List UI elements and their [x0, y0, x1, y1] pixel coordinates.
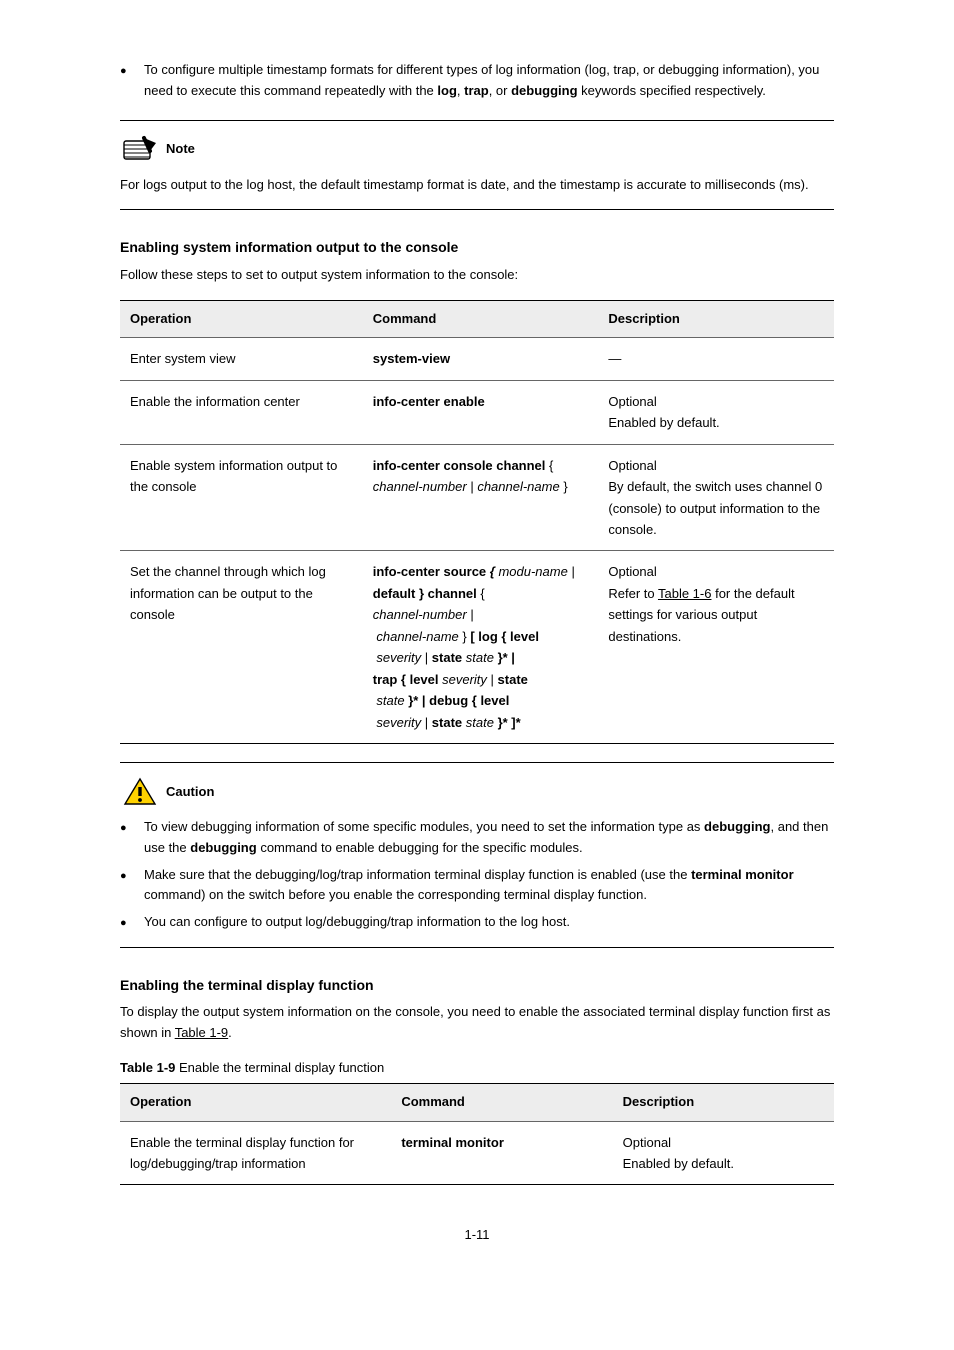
caution-bullet: ● Make sure that the debugging/log/trap …	[120, 865, 834, 907]
cmd-text: }	[560, 479, 568, 494]
cmd-text: info-center console channel	[373, 458, 549, 473]
cell-cmd: info-center source { modu-name | default…	[363, 551, 599, 744]
keyword: debugging	[704, 819, 770, 834]
table-row: Enable the terminal display function for…	[120, 1121, 834, 1185]
text: Enabled by default.	[623, 1153, 824, 1174]
text: Enabled by default.	[608, 412, 824, 433]
cmd-arg: channel-name	[477, 479, 559, 494]
note-icon	[120, 135, 160, 165]
text: Optional	[623, 1132, 824, 1153]
bullet-dot-icon: ●	[120, 820, 144, 862]
section1-para: Follow these steps to set to output syst…	[120, 265, 834, 286]
caution-icon	[120, 777, 160, 807]
cell-op: Enable the information center	[120, 380, 363, 444]
cell-op: Set the channel through which log inform…	[120, 551, 363, 744]
caution-bullet-text: Make sure that the debugging/log/trap in…	[144, 865, 834, 907]
intro-bullet: ● To configure multiple timestamp format…	[120, 60, 834, 102]
cell-cmd: system-view	[363, 338, 599, 380]
link-table-1-6[interactable]: Table 1-6	[658, 586, 711, 601]
text: Optional	[608, 561, 824, 582]
text: Optional	[608, 455, 824, 476]
text: command) on the switch before you enable…	[144, 887, 647, 902]
cell-cmd: info-center console channel { channel-nu…	[363, 444, 599, 551]
intro-bullet-text: To configure multiple timestamp formats …	[144, 60, 834, 102]
text: You can configure to output log/debuggin…	[144, 914, 570, 929]
section2-para: To display the output system information…	[120, 1002, 834, 1044]
text: keywords specified respectively.	[578, 83, 766, 98]
col-description: Description	[598, 300, 834, 338]
console-output-table: Operation Command Description Enter syst…	[120, 300, 834, 744]
section-heading-terminal-display: Enabling the terminal display function	[120, 974, 834, 996]
cell-desc: Optional By default, the switch uses cha…	[598, 444, 834, 551]
note-label: Note	[166, 139, 195, 160]
caution-label: Caution	[166, 782, 214, 803]
text: By default, the switch uses channel 0 (c…	[608, 476, 824, 540]
cell-desc: —	[598, 338, 834, 380]
text: command to enable debugging for the spec…	[257, 840, 583, 855]
bullet-dot-icon: ●	[120, 63, 144, 105]
note-body: For logs output to the log host, the def…	[120, 175, 834, 196]
keyword: terminal monitor	[691, 867, 794, 882]
col-operation: Operation	[120, 1083, 391, 1121]
text: .	[228, 1025, 232, 1040]
text: Refer to	[608, 586, 658, 601]
cell-cmd: info-center enable	[363, 380, 599, 444]
section-heading-console-output: Enabling system information output to th…	[120, 236, 834, 258]
cell-desc: Optional Enabled by default.	[613, 1121, 834, 1185]
cell-desc: Optional Enabled by default.	[598, 380, 834, 444]
bullet-dot-icon: ●	[120, 915, 144, 936]
col-description: Description	[613, 1083, 834, 1121]
cell-op: Enter system view	[120, 338, 363, 380]
table-row: Enable system information output to the …	[120, 444, 834, 551]
text: Make sure that the debugging/log/trap in…	[144, 867, 691, 882]
divider	[120, 120, 834, 121]
caution-bullet: ● To view debugging information of some …	[120, 817, 834, 859]
caution-header: Caution	[120, 777, 834, 807]
table-header-row: Operation Command Description	[120, 300, 834, 338]
cell-op: Enable system information output to the …	[120, 444, 363, 551]
keyword-debugging: debugging	[511, 83, 577, 98]
terminal-display-table: Operation Command Description Enable the…	[120, 1083, 834, 1186]
cell-cmd: terminal monitor	[391, 1121, 612, 1185]
caption-text: Enable the terminal display function	[179, 1060, 384, 1075]
col-command: Command	[363, 300, 599, 338]
text: , or	[489, 83, 511, 98]
text: Optional	[608, 391, 824, 412]
divider	[120, 947, 834, 948]
link-table-1-9-inline[interactable]: Table 1-9	[175, 1025, 228, 1040]
caution-bullet: ● You can configure to output log/debugg…	[120, 912, 834, 933]
caption-number: Table 1-9	[120, 1060, 179, 1075]
divider	[120, 209, 834, 210]
text: To view debugging information of some sp…	[144, 819, 704, 834]
cmd-text: |	[467, 479, 478, 494]
caution-bullet-text: You can configure to output log/debuggin…	[144, 912, 834, 933]
note-header: Note	[120, 135, 834, 165]
keyword-trap: trap	[464, 83, 489, 98]
table-row: Enable the information center info-cente…	[120, 380, 834, 444]
bullet-dot-icon: ●	[120, 868, 144, 910]
divider	[120, 762, 834, 763]
table-row: Enter system view system-view —	[120, 338, 834, 380]
table-1-9-caption: Table 1-9 Enable the terminal display fu…	[120, 1058, 834, 1079]
keyword-log: log	[437, 83, 457, 98]
table-row: Set the channel through which log inform…	[120, 551, 834, 744]
table-header-row: Operation Command Description	[120, 1083, 834, 1121]
page-number: 1-11	[120, 1225, 834, 1246]
cmd-arg: channel-number	[373, 479, 467, 494]
col-operation: Operation	[120, 300, 363, 338]
cell-desc: Optional Refer to Table 1-6 for the defa…	[598, 551, 834, 744]
cell-op: Enable the terminal display function for…	[120, 1121, 391, 1185]
caution-bullet-text: To view debugging information of some sp…	[144, 817, 834, 859]
col-command: Command	[391, 1083, 612, 1121]
keyword: debugging	[190, 840, 256, 855]
